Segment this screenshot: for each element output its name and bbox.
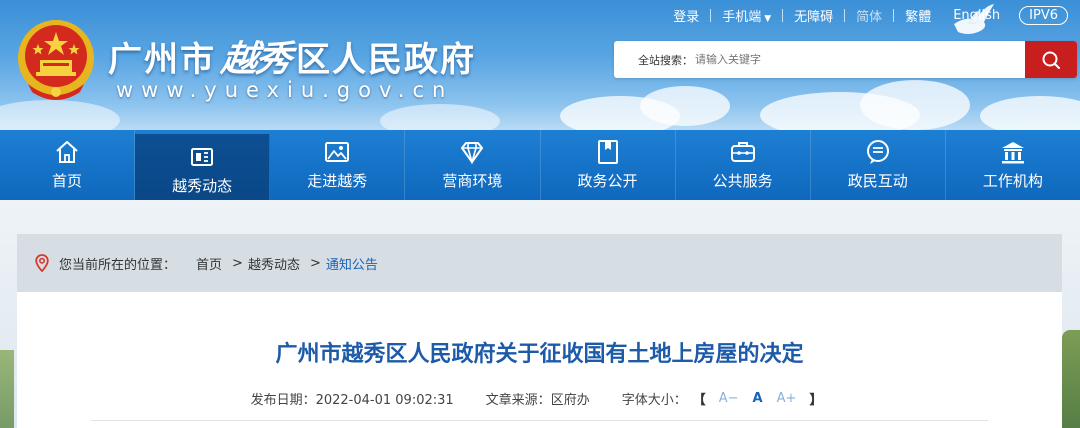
nav-item-label: 营商环境: [442, 172, 503, 190]
search-button[interactable]: [1025, 41, 1077, 78]
nav-item-agencies[interactable]: 工作机构: [946, 130, 1080, 200]
building-icon: [1001, 142, 1024, 164]
nav-item-government-affairs[interactable]: 政务公开: [541, 130, 676, 200]
main-nav: 首页 越秀动态 走进越秀 营商环境 政务公开 公共服务 政民互动 工作机构: [0, 130, 1080, 211]
breadcrumb-news[interactable]: 越秀动态: [248, 254, 300, 273]
article-source-value: 区府办: [550, 393, 590, 408]
top-links: 登录 手机端 ▼ 无障碍 简体 繁體 English IPV6: [662, 4, 1068, 26]
nav-item-interaction[interactable]: 政民互动: [811, 130, 946, 200]
nav-item-business-environment[interactable]: 营商环境: [405, 130, 541, 200]
search-label: 全站搜索：: [638, 53, 693, 67]
national-emblem-icon: [18, 20, 94, 100]
publish-date: 发布日期：2022-04-01 09:02:31: [251, 389, 454, 408]
side-decoration: [0, 350, 14, 428]
english-link[interactable]: English: [942, 8, 1011, 23]
bracket-close: 】: [809, 393, 823, 408]
news-icon: [191, 147, 214, 166]
breadcrumb-notices[interactable]: 通知公告: [326, 254, 378, 273]
site-url: www.yuexiu.gov.cn: [116, 78, 454, 102]
search-input[interactable]: [693, 53, 1025, 66]
publish-date-label: 发布日期：: [250, 393, 316, 408]
article-panel: 广州市越秀区人民政府关于征收国有土地上房屋的决定 发布日期：2022-04-01…: [17, 292, 1062, 428]
nav-item-public-services[interactable]: 公共服务: [676, 130, 811, 200]
bracket-open: 【: [692, 393, 706, 408]
site-title-calligraphy: 越秀: [218, 38, 293, 80]
font-size-control: 字体大小： 【 A− A A+ 】: [622, 389, 829, 408]
site-title-suffix: 区人民政府: [296, 39, 477, 80]
nav-item-home[interactable]: 首页: [0, 130, 136, 200]
home-icon: [56, 141, 78, 163]
accessibility-link[interactable]: 无障碍: [783, 6, 844, 25]
article-source: 文章来源：区府办: [486, 389, 590, 408]
site-title-prefix: 广州市: [108, 39, 216, 80]
traditional-link[interactable]: 繁體: [894, 6, 942, 25]
chat-icon: [866, 140, 889, 164]
breadcrumb-separator: >: [232, 255, 243, 271]
breadcrumb-separator: >: [309, 255, 321, 271]
breadcrumb-home[interactable]: 首页: [196, 254, 222, 273]
article-title: 广州市越秀区人民政府关于征收国有土地上房屋的决定: [275, 342, 804, 367]
mobile-link-label: 手机端: [722, 9, 762, 25]
publish-date-value: 2022-04-01 09:02:31: [315, 393, 454, 408]
font-large-button[interactable]: A+: [777, 391, 797, 406]
location-pin-icon: [35, 254, 49, 272]
search-icon: [1042, 51, 1060, 69]
font-small-button[interactable]: A−: [719, 391, 739, 406]
nav-item-label: 越秀动态: [172, 176, 233, 195]
nav-item-about-yuexiu[interactable]: 走进越秀: [270, 130, 406, 200]
nav-item-label: 首页: [52, 172, 83, 190]
nav-item-label: 政务公开: [577, 172, 638, 190]
nav-item-label: 工作机构: [982, 172, 1043, 190]
toolbox-icon: [730, 142, 755, 162]
nav-item-yuexiu-news[interactable]: 越秀动态: [135, 134, 271, 211]
mobile-link[interactable]: 手机端 ▼: [711, 6, 782, 25]
diamond-icon: [461, 142, 484, 165]
ipv6-badge[interactable]: IPV6: [1019, 5, 1068, 25]
font-size-label: 字体大小：: [621, 393, 687, 408]
article-source-label: 文章来源：: [485, 393, 551, 408]
nav-item-label: 公共服务: [712, 172, 773, 190]
font-medium-button[interactable]: A: [753, 391, 763, 406]
header-banner: 广州市 越秀 区人民政府 www.yuexiu.gov.cn 登录 手机端 ▼ 无…: [0, 0, 1080, 130]
nav-item-label: 政民互动: [847, 172, 908, 190]
nav-item-label: 走进越秀: [307, 172, 368, 190]
bookmark-icon: [597, 140, 618, 164]
simplified-link[interactable]: 简体: [845, 6, 893, 25]
divider: [91, 420, 988, 421]
picture-icon: [325, 142, 350, 162]
side-decoration: [1062, 330, 1080, 428]
site-search: 全站搜索：: [614, 41, 1077, 78]
breadcrumb-label: 您当前所在的位置：: [59, 257, 177, 273]
login-link[interactable]: 登录: [662, 6, 710, 25]
chevron-down-icon: ▼: [764, 13, 772, 24]
breadcrumb: 您当前所在的位置： 首页 > 越秀动态 > 通知公告: [17, 234, 1062, 292]
article-meta: 发布日期：2022-04-01 09:02:31 文章来源：区府办 字体大小： …: [17, 389, 1062, 408]
site-title[interactable]: 广州市 越秀 区人民政府: [108, 30, 476, 82]
